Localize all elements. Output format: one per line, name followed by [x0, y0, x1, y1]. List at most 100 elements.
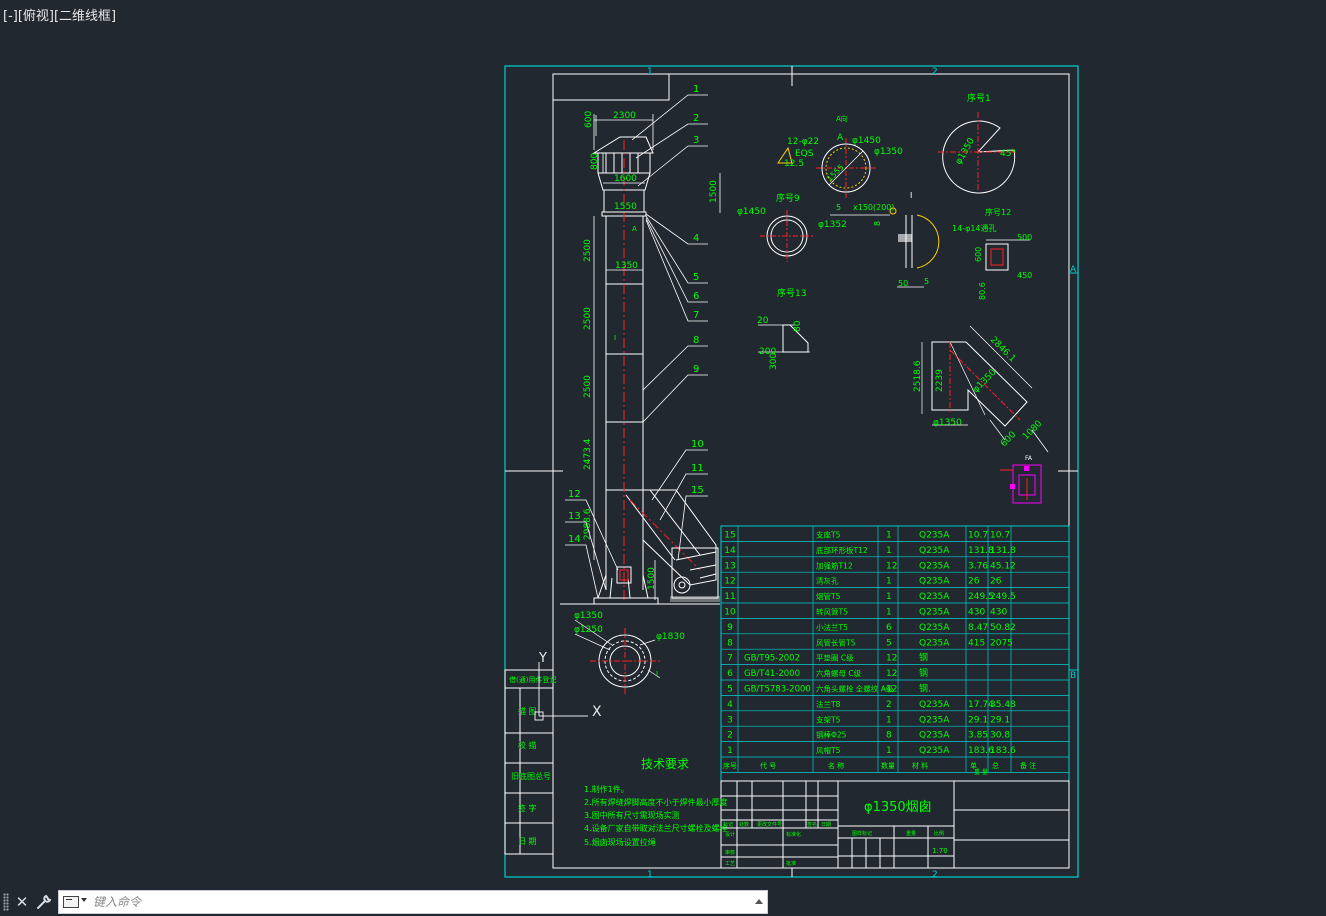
dim-text: 1555: [825, 163, 846, 184]
dim-text: 80: [793, 320, 803, 332]
block-grip[interactable]: [1010, 484, 1015, 489]
table-cell: 29.1: [990, 715, 1010, 725]
command-input[interactable]: [93, 893, 733, 911]
table-cell: 10.7: [968, 531, 988, 541]
dim-text: 5: [924, 277, 929, 286]
command-line-bar[interactable]: ✕: [0, 888, 770, 916]
table-cell: 1: [886, 577, 892, 587]
dim-text: 50: [898, 279, 908, 288]
drag-handle-icon[interactable]: [3, 893, 9, 911]
base-leader: [639, 639, 656, 646]
detail-a-view[interactable]: A向 12-φ22 EQS 12.5 A φ1450 φ1350 1555: [777, 114, 903, 198]
sign-label: 处数: [739, 821, 749, 828]
block-grip[interactable]: [1024, 466, 1029, 471]
part-1-detail[interactable]: 序号1 φ1350 45°: [938, 92, 1018, 194]
detail-i-view[interactable]: I 5 x150(200) 8 50 5: [830, 191, 940, 288]
table-cell: 30.8: [990, 731, 1010, 741]
table-cell: 12: [886, 669, 897, 679]
table-cell: 14: [724, 546, 736, 556]
balloon-number: 11: [691, 463, 704, 474]
dim-text: 2500: [583, 307, 593, 330]
detail-i-arc: [916, 214, 940, 269]
dim-text: 600: [999, 430, 1018, 449]
dim-text: φ1450: [737, 207, 766, 217]
balloon-number: 10: [691, 439, 704, 450]
selected-block[interactable]: FA: [1000, 455, 1042, 504]
dim-text: 2500: [583, 239, 593, 262]
dim-text: 600: [974, 247, 983, 262]
zone-label: B: [1070, 671, 1076, 681]
table-cell: 131.8: [990, 546, 1016, 556]
part-12-detail[interactable]: 序号12 14-φ14通孔 500 600 450 80.6: [952, 207, 1032, 300]
part-9-detail[interactable]: 序号9 φ1450 φ1352: [737, 192, 847, 262]
sign-label: 比例: [934, 830, 944, 837]
elbow-detail[interactable]: 2846.1 2518.6 2239 φ1350 φ1350 600 1080: [913, 325, 1049, 453]
table-cell: 钢.: [919, 683, 931, 695]
strip-label: 借(通)用件登记: [509, 675, 556, 684]
leader-line: [637, 145, 708, 187]
table-cell: GB/T41-2000: [744, 669, 800, 679]
table-cell: 钢: [919, 652, 928, 664]
elbow-line: [625, 494, 676, 561]
table-cell: 1: [886, 746, 892, 756]
table-cell: 26: [990, 577, 1002, 587]
table-cell: 8: [727, 638, 733, 648]
table-cell: 26: [968, 577, 980, 587]
strip-label: 旧底图总号: [511, 771, 551, 781]
table-cell: 10: [724, 608, 736, 618]
table-cell: 风帽T5: [816, 745, 841, 755]
dim-text: 80.6: [978, 282, 987, 300]
table-header: 重 量: [974, 768, 988, 776]
table-cell: 法兰T8: [816, 699, 841, 709]
chevron-down-icon[interactable]: [81, 898, 87, 902]
dim-text: I: [656, 670, 658, 678]
left-registration-strip: 借(通)用件登记 描 图 校 描 旧底图总号 签 字 日 期: [504, 669, 556, 855]
dim-text: φ1250: [574, 625, 603, 635]
zone-label: 2: [932, 870, 938, 880]
chevron-up-icon[interactable]: [755, 899, 763, 904]
dim-text: x150(200): [853, 203, 895, 212]
table-cell: 2: [886, 700, 892, 710]
table-cell: 钢: [919, 667, 928, 679]
balloon-number: 6: [693, 291, 699, 302]
tech-note: 2.所有焊缝焊脚高度不小于焊件最小厚度: [584, 797, 728, 807]
part-13-detail[interactable]: 序号13 20 80 200 300: [757, 287, 810, 370]
table-cell: 1: [886, 531, 892, 541]
parts-list-table[interactable]: 15 支座T5 1 Q235A 10.7 10.714 底部环形板T12 1 Q235A 131.…: [720, 525, 1070, 782]
terminal-icon[interactable]: [63, 896, 79, 908]
base-plan-view[interactable]: φ1350 φ1250 φ1830 I: [574, 611, 685, 694]
table-cell: Q235A: [919, 577, 950, 587]
table-cell: Q235A: [919, 546, 950, 556]
table-cell: Q235A: [919, 715, 950, 725]
dim-text: φ1350: [933, 418, 962, 428]
table-cell: 1: [886, 608, 892, 618]
dim-text: φ1830: [656, 632, 685, 642]
dim-text: φ1350: [954, 136, 977, 166]
balloon-number: 8: [693, 335, 699, 346]
wrench-icon[interactable]: [35, 893, 53, 911]
table-cell: 12: [886, 561, 897, 571]
cad-drawing-canvas[interactable]: 1 2 1 2 A B 借(通)用件登记 描 图 校 描 旧底图总号 签 字 日…: [0, 0, 1326, 916]
table-cell: 13: [724, 561, 735, 571]
close-icon[interactable]: ✕: [14, 893, 30, 911]
table-cell: 1: [886, 715, 892, 725]
balloon-number: 2: [693, 113, 699, 124]
table-cell: 风管长管T5: [816, 637, 856, 647]
leader-line: [642, 374, 708, 423]
title-block[interactable]: φ1350烟囱 标记 处数 更改文件号 签名 日期 设计 标准化 审核 工艺 批…: [720, 780, 1070, 869]
table-cell: 3.85: [968, 731, 988, 741]
dim-text: 450: [1017, 271, 1032, 280]
table-cell: 9: [727, 623, 733, 633]
table-cell: 支架T5: [816, 714, 841, 724]
dim-text: 45°: [1000, 149, 1016, 159]
main-dim-labels: 2300 600 800 1600 1500 1550 A 1350 2500 …: [583, 111, 719, 590]
sign-label: 重量: [906, 830, 916, 837]
base-leader: [574, 633, 611, 651]
scale-value: 1:70: [932, 847, 948, 855]
table-cell: 3.76: [968, 561, 988, 571]
table-cell: 加强筋T12: [816, 560, 853, 570]
table-cell: 平垫圈 C级: [816, 653, 854, 663]
drawing-title: φ1350烟囱: [864, 800, 932, 815]
command-input-box[interactable]: [58, 890, 768, 914]
detail-title: 序号1: [967, 92, 991, 104]
